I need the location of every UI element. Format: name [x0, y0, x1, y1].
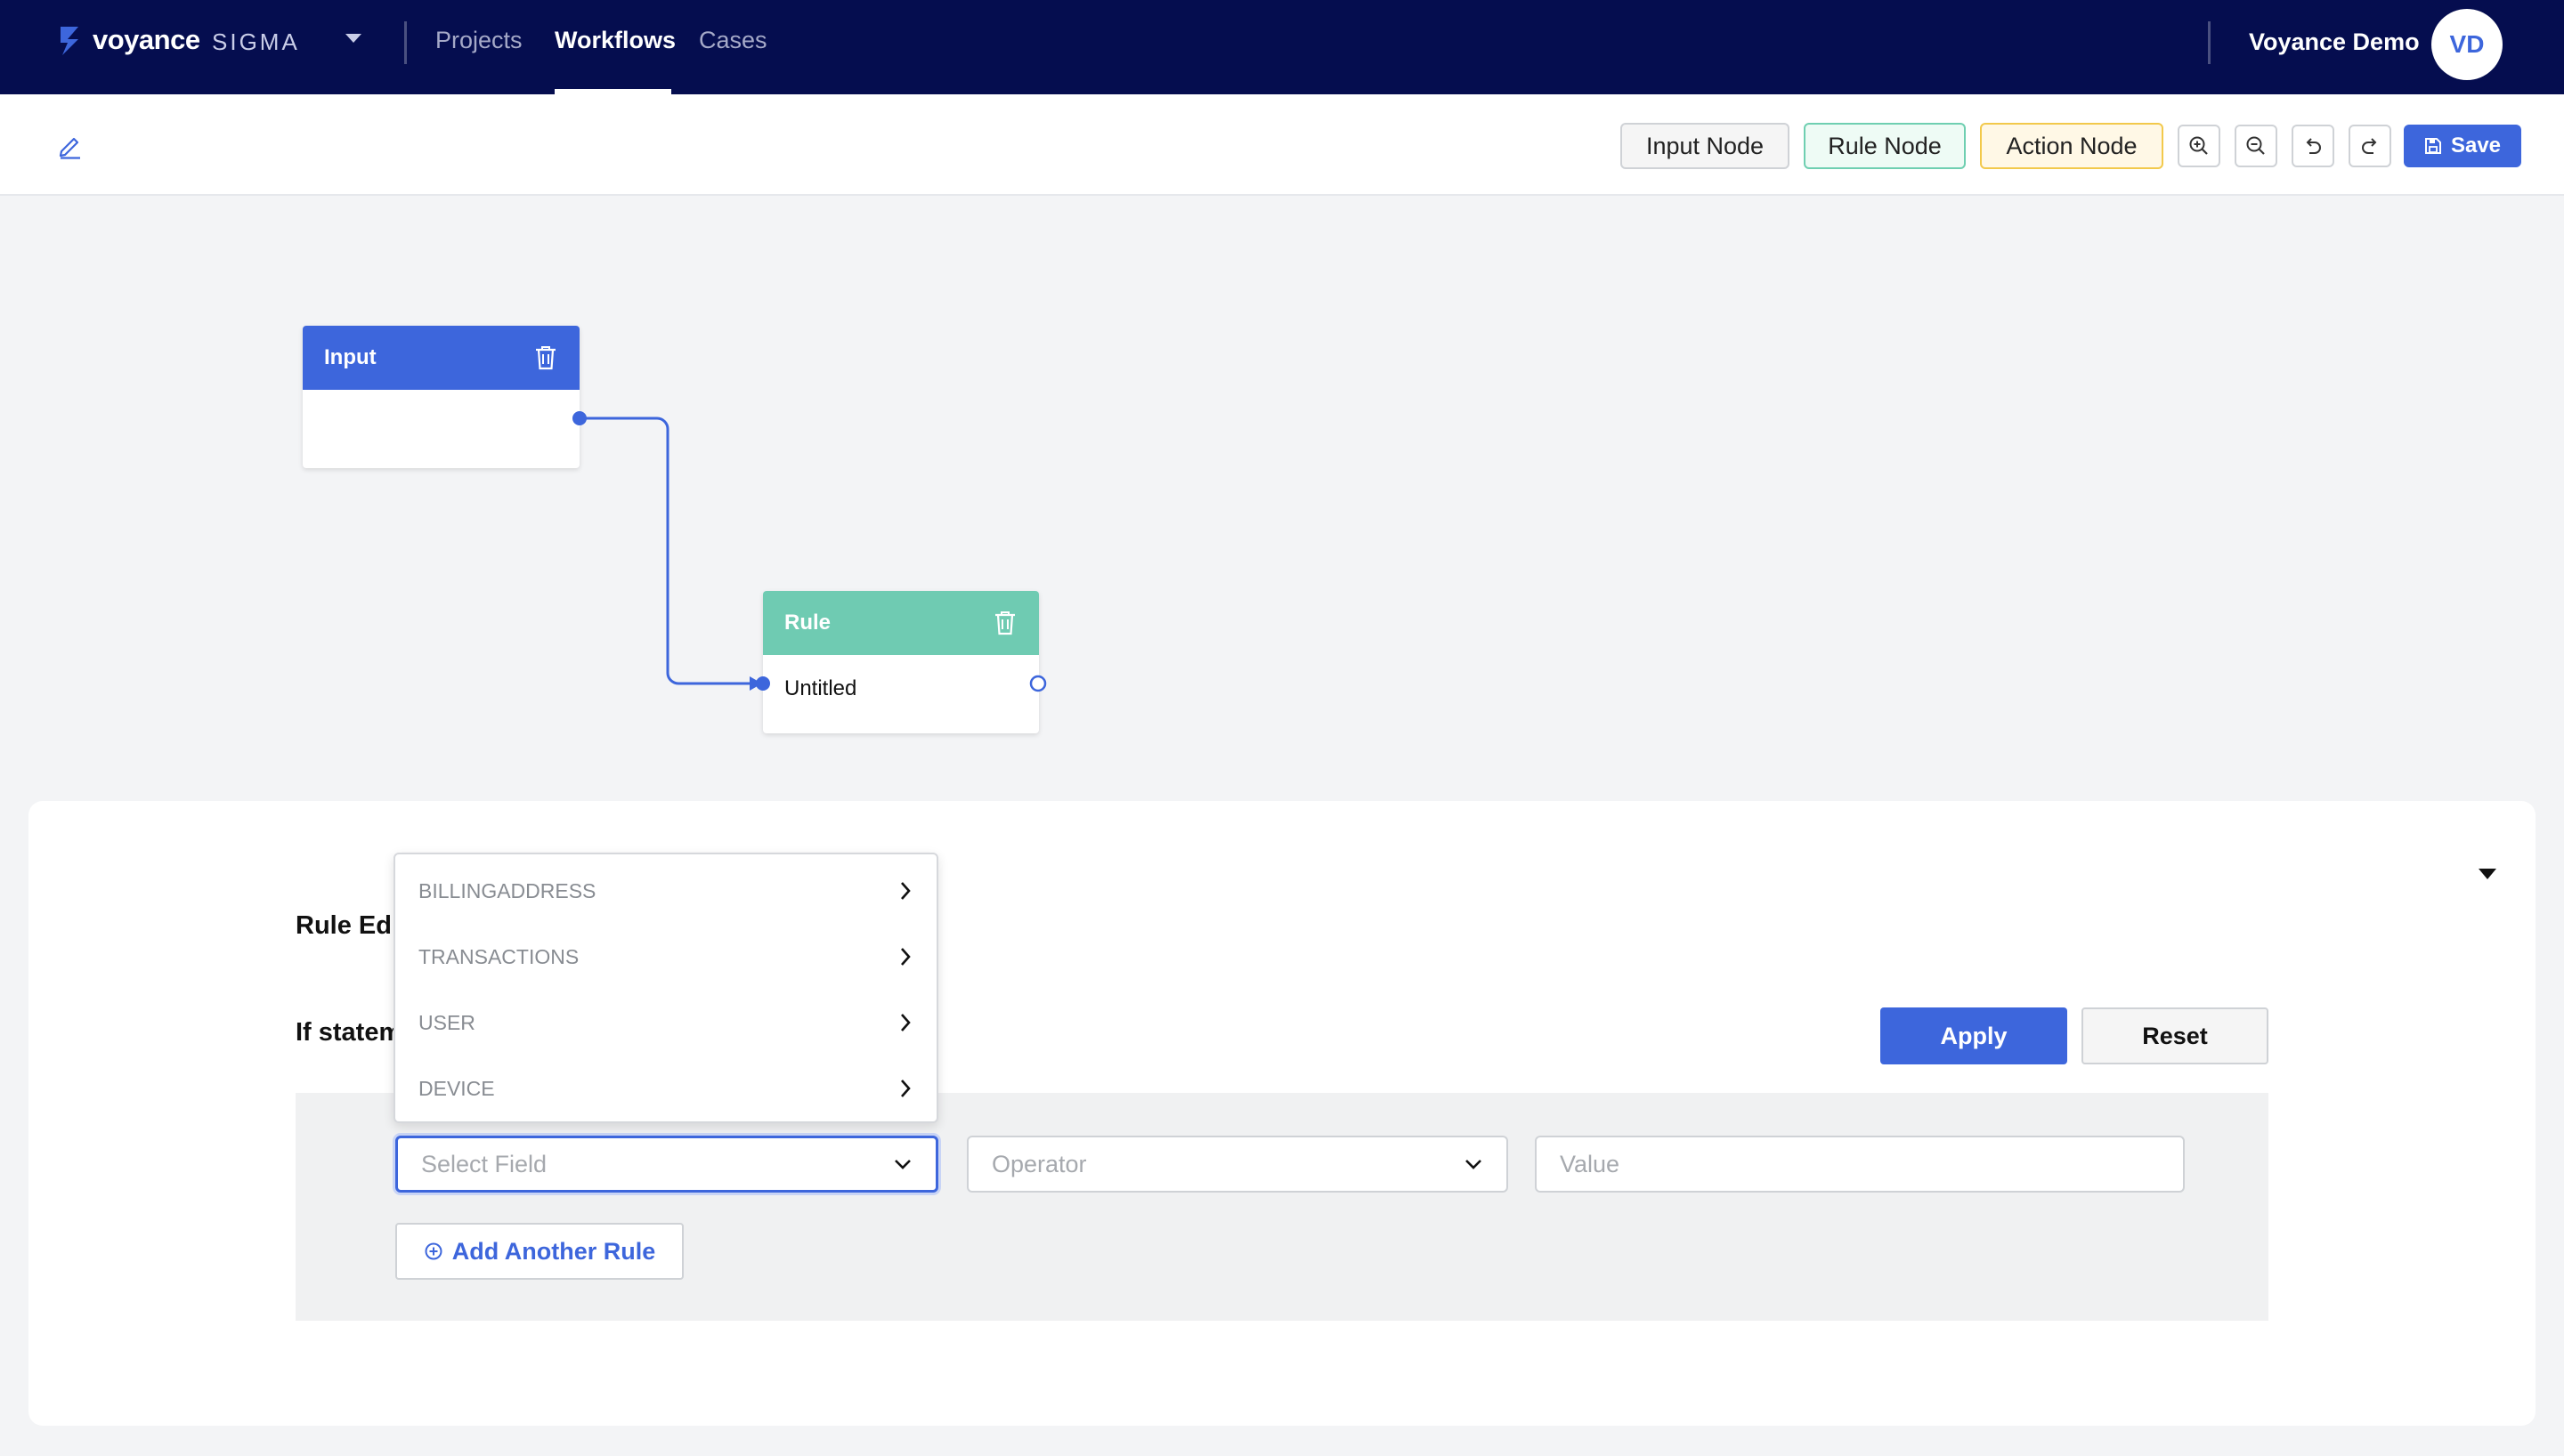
- dropdown-item-label: USER: [418, 1010, 475, 1034]
- plus-circle-icon: [425, 1242, 442, 1260]
- input-node[interactable]: Input: [303, 326, 580, 468]
- nav-projects[interactable]: Projects: [435, 27, 523, 54]
- dropdown-item-label: BILLINGADDRESS: [418, 878, 596, 902]
- user-divider: [2208, 21, 2211, 64]
- brand-product: SIGMA: [212, 28, 300, 55]
- add-input-node-button[interactable]: Input Node: [1620, 123, 1789, 169]
- undo-button[interactable]: [2292, 125, 2334, 167]
- operator-dropdown[interactable]: Operator: [967, 1136, 1508, 1193]
- zoom-out-icon: [2246, 136, 2265, 155]
- collapse-panel-caret-icon[interactable]: [2479, 869, 2496, 879]
- undo-icon: [2306, 138, 2321, 154]
- rule-node-input-handle[interactable]: [754, 675, 772, 692]
- apply-button[interactable]: Apply: [1880, 1007, 2067, 1064]
- save-label: Save: [2450, 133, 2502, 158]
- workflow-toolbar: Input Node Rule Node Action Node Save: [0, 94, 2564, 196]
- nav-workflows[interactable]: Workflows: [555, 27, 676, 54]
- add-rule-node-button[interactable]: Rule Node: [1804, 123, 1966, 169]
- dropdown-item-label: TRANSACTIONS: [418, 944, 580, 968]
- edit-pencil-icon[interactable]: [57, 133, 84, 159]
- edge-input-to-rule: [580, 417, 762, 691]
- rule-node-output-handle[interactable]: [1029, 675, 1047, 692]
- chevron-right-icon: [901, 1014, 911, 1031]
- add-another-rule-button[interactable]: Add Another Rule: [395, 1223, 684, 1280]
- user-name[interactable]: Voyance Demo: [2249, 28, 2420, 56]
- dropdown-item-user[interactable]: USER: [395, 990, 937, 1056]
- chevron-down-icon: [1465, 1160, 1481, 1169]
- select-field-dropdown[interactable]: Select Field: [395, 1136, 938, 1193]
- chevron-right-icon: [901, 948, 911, 966]
- field-dropdown-menu: BILLINGADDRESS TRANSACTIONS USER DEVICE: [394, 853, 938, 1123]
- dropdown-item-label: DEVICE: [418, 1076, 495, 1100]
- zoom-out-button[interactable]: [2235, 125, 2277, 167]
- dropdown-item-device[interactable]: DEVICE: [395, 1056, 937, 1121]
- top-navbar: voyance SIGMA Projects Workflows Cases V…: [0, 0, 2564, 94]
- avatar[interactable]: VD: [2431, 9, 2503, 80]
- workflow-canvas[interactable]: Input Rule Untitled: [0, 196, 2564, 801]
- brand-name: voyance: [93, 24, 200, 55]
- rule-node[interactable]: Rule Untitled: [763, 591, 1039, 733]
- dropdown-item-transactions[interactable]: TRANSACTIONS: [395, 924, 937, 990]
- delete-input-node-icon[interactable]: [533, 344, 558, 371]
- redo-button[interactable]: [2349, 125, 2391, 167]
- chevron-right-icon: [901, 882, 911, 900]
- dropdown-item-billingaddress[interactable]: BILLINGADDRESS: [395, 858, 937, 924]
- redo-icon: [2362, 138, 2377, 154]
- input-node-title: Input: [324, 345, 377, 369]
- zoom-in-button[interactable]: [2178, 125, 2220, 167]
- save-icon: [2424, 138, 2441, 154]
- input-node-output-handle[interactable]: [571, 409, 588, 427]
- reset-button[interactable]: Reset: [2081, 1007, 2268, 1064]
- rule-condition-row: Select Field Operator Value Add Another …: [296, 1093, 2268, 1321]
- add-action-node-button[interactable]: Action Node: [1980, 123, 2163, 169]
- operator-placeholder: Operator: [992, 1150, 1087, 1177]
- save-button[interactable]: Save: [2404, 125, 2521, 167]
- chevron-down-icon: [895, 1160, 911, 1169]
- zoom-in-icon: [2189, 136, 2208, 155]
- rule-node-name: Untitled: [784, 676, 857, 700]
- org-switcher-caret-icon[interactable]: [345, 34, 361, 43]
- add-rule-label: Add Another Rule: [451, 1237, 656, 1265]
- rule-node-title: Rule: [784, 611, 832, 635]
- nav-divider: [404, 21, 407, 64]
- value-placeholder: Value: [1560, 1150, 1620, 1177]
- value-input[interactable]: Value: [1535, 1136, 2185, 1193]
- nav-cases[interactable]: Cases: [699, 27, 767, 54]
- delete-rule-node-icon[interactable]: [993, 610, 1018, 636]
- voyance-logo-icon: [61, 27, 78, 55]
- chevron-right-icon: [901, 1080, 911, 1097]
- select-field-placeholder: Select Field: [421, 1150, 548, 1177]
